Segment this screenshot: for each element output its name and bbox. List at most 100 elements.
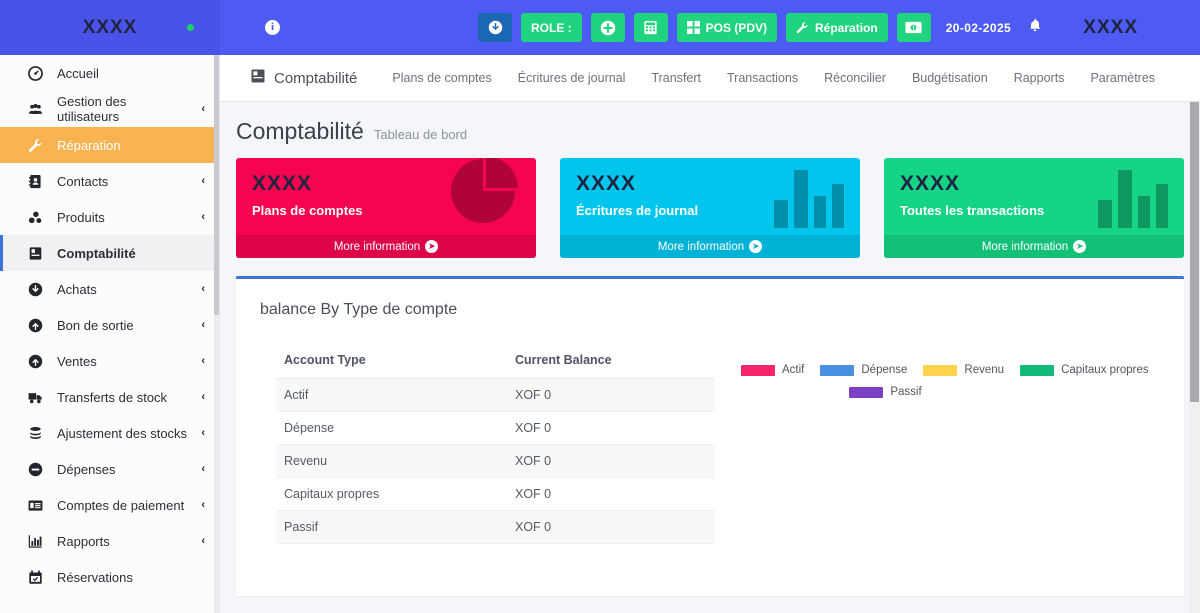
sidebar-item-transferts-de-stock[interactable]: Transferts de stock ‹ [0,379,219,415]
page-scrollbar-thumb[interactable] [1190,102,1199,402]
sidebar-item-rapports[interactable]: Rapports ‹ [0,523,219,559]
sidebar-item-label: Transferts de stock [57,389,168,405]
summary-cards: XXXX Plans de comptes More information ➤… [236,158,1184,258]
card-more-link[interactable]: More information ➤ [236,235,536,258]
dashboard-icon [26,65,44,81]
chevron-left-icon: ‹ [201,319,205,331]
top-bar: XXXX i ROLE : POS (PDV) Réparation 20-02… [0,0,1200,55]
money-icon [905,21,922,34]
hamburger-icon[interactable] [234,22,249,34]
sidebar-item-label: Accueil [57,65,99,81]
tab-budg-tisation[interactable]: Budgétisation [899,71,1001,85]
tab-plans-de-comptes[interactable]: Plans de comptes [379,71,504,85]
legend-swatch [1020,364,1055,376]
chevron-left-icon: ‹ [201,103,205,115]
sidebar-item-r-paration[interactable]: Réparation [0,127,219,163]
card-more-label: More information [981,240,1069,253]
tab-critures-de-journal[interactable]: Écritures de journal [505,71,639,85]
tab-transactions[interactable]: Transactions [714,71,811,85]
calendar-icon [26,570,44,585]
brand-name: XXXX [82,16,138,38]
legend-item[interactable]: Passif [849,381,922,403]
sidebar: Accueil Gestion des utilisateurs ‹ Réparati… [0,55,220,613]
sidebar-item-comptes-de-paiement[interactable]: Comptes de paiement ‹ [0,487,219,523]
calculator-button[interactable] [633,13,668,42]
sidebar-item-gestion-des-utilisateurs[interactable]: Gestion des utilisateurs ‹ [0,91,219,127]
info-icon[interactable]: i [265,20,280,35]
table-header-row: Account Type Current Balance [276,353,715,379]
card-ecritures-de-journal[interactable]: XXXX Écritures de journal More informati… [560,158,860,258]
chevron-left-icon: ‹ [201,535,205,547]
chart-legend: Actif Dépense Revenu Capitaux propres Passi… [715,353,1160,544]
sidebar-item-label: Gestion des utilisateurs [57,94,127,124]
sidebar-scrollbar[interactable] [214,55,219,613]
balance-panel: balance By Type de compte Account Type C… [236,276,1184,596]
cell-current-balance: XOF 0 [515,444,715,478]
repair-button[interactable]: Réparation [786,13,888,42]
tab-rapports[interactable]: Rapports [1001,71,1078,85]
calculator-icon [643,20,658,35]
page-scrollbar[interactable] [1189,102,1200,613]
card-more-link[interactable]: More information ➤ [560,235,860,258]
sidebar-scrollbar-thumb[interactable] [214,55,219,315]
add-button[interactable] [590,13,625,42]
chevron-left-icon: ‹ [201,355,205,367]
book-icon [26,246,44,261]
book-icon [250,68,266,88]
sidebar-item-comptabilit[interactable]: Comptabilité [0,235,219,271]
tab-transfert[interactable]: Transfert [638,71,714,85]
sidebar-item-label: Produits [57,209,105,225]
chevron-left-icon: ‹ [201,427,205,439]
legend-item[interactable]: Revenu [923,359,1004,381]
pos-button[interactable]: POS (PDV) [676,13,778,42]
user-name[interactable]: XXXX [1083,17,1192,39]
module-title-label: Comptabilité [274,69,358,87]
sidebar-item-produits[interactable]: Produits ‹ [0,199,219,235]
sidebar-item-bon-de-sortie[interactable]: Bon de sortie ‹ [0,307,219,343]
column-header-current-balance: Current Balance [515,353,715,379]
legend-item[interactable]: Actif [741,359,804,381]
cash-button[interactable] [896,13,931,42]
legend-item[interactable]: Dépense [820,359,907,381]
bell-icon[interactable] [1028,18,1042,38]
pos-button-label: POS (PDV) [705,20,768,35]
chevron-left-icon: ‹ [201,175,205,187]
brand-logo[interactable]: XXXX [0,0,220,55]
card-plans-de-comptes[interactable]: XXXX Plans de comptes More information ➤ [236,158,536,258]
table-row: Passif XOF 0 [276,510,715,544]
card-icon [26,498,44,513]
sidebar-item-label: Ajustement des stocks [57,425,188,441]
sidebar-item-r-servations[interactable]: Réservations [0,559,219,595]
legend-item[interactable]: Capitaux propres [1020,359,1149,381]
sidebar-item-achats[interactable]: Achats ‹ [0,271,219,307]
tab-r-concilier[interactable]: Réconcilier [811,71,899,85]
cell-account-type: Actif [276,378,515,412]
sidebar-item-label: Comptes de paiement [57,497,185,513]
panel-title: balance By Type de compte [260,301,458,318]
table-row: Capitaux propres XOF 0 [276,477,715,511]
cell-current-balance: XOF 0 [515,411,715,445]
role-button[interactable]: ROLE : [521,13,582,42]
sidebar-item-contacts[interactable]: Contacts ‹ [0,163,219,199]
sidebar-item-label: Ventes [57,353,97,369]
sidebar-item-ventes[interactable]: Ventes ‹ [0,343,219,379]
wrench-icon [26,138,44,153]
sidebar-item-label: Contacts [57,173,109,189]
sidebar-item-d-penses[interactable]: Dépenses ‹ [0,451,219,487]
sidebar-item-accueil[interactable]: Accueil [0,55,219,91]
tab-param-tres[interactable]: Paramètres [1077,71,1168,85]
bar-chart-icon [1096,166,1168,233]
card-more-link[interactable]: More information ➤ [884,235,1184,258]
card-toutes-les-transactions[interactable]: XXXX Toutes les transactions More inform… [884,158,1184,258]
wrench-icon [796,21,809,34]
card-more-label: More information [333,240,421,253]
module-tabbar: Comptabilité Plans de comptes Écritures d… [220,55,1200,102]
sidebar-item-ajustement-des-stocks[interactable]: Ajustement des stocks ‹ [0,415,219,451]
page-header: Comptabilité Tableau de bord [236,118,1184,145]
arrow-right-icon: ➤ [425,240,439,253]
sidebar-item-label: Réservations [57,569,133,585]
users-icon [26,102,44,117]
download-button[interactable] [478,13,512,42]
chevron-left-icon: ‹ [201,499,205,511]
plus-circle-icon [600,20,616,36]
